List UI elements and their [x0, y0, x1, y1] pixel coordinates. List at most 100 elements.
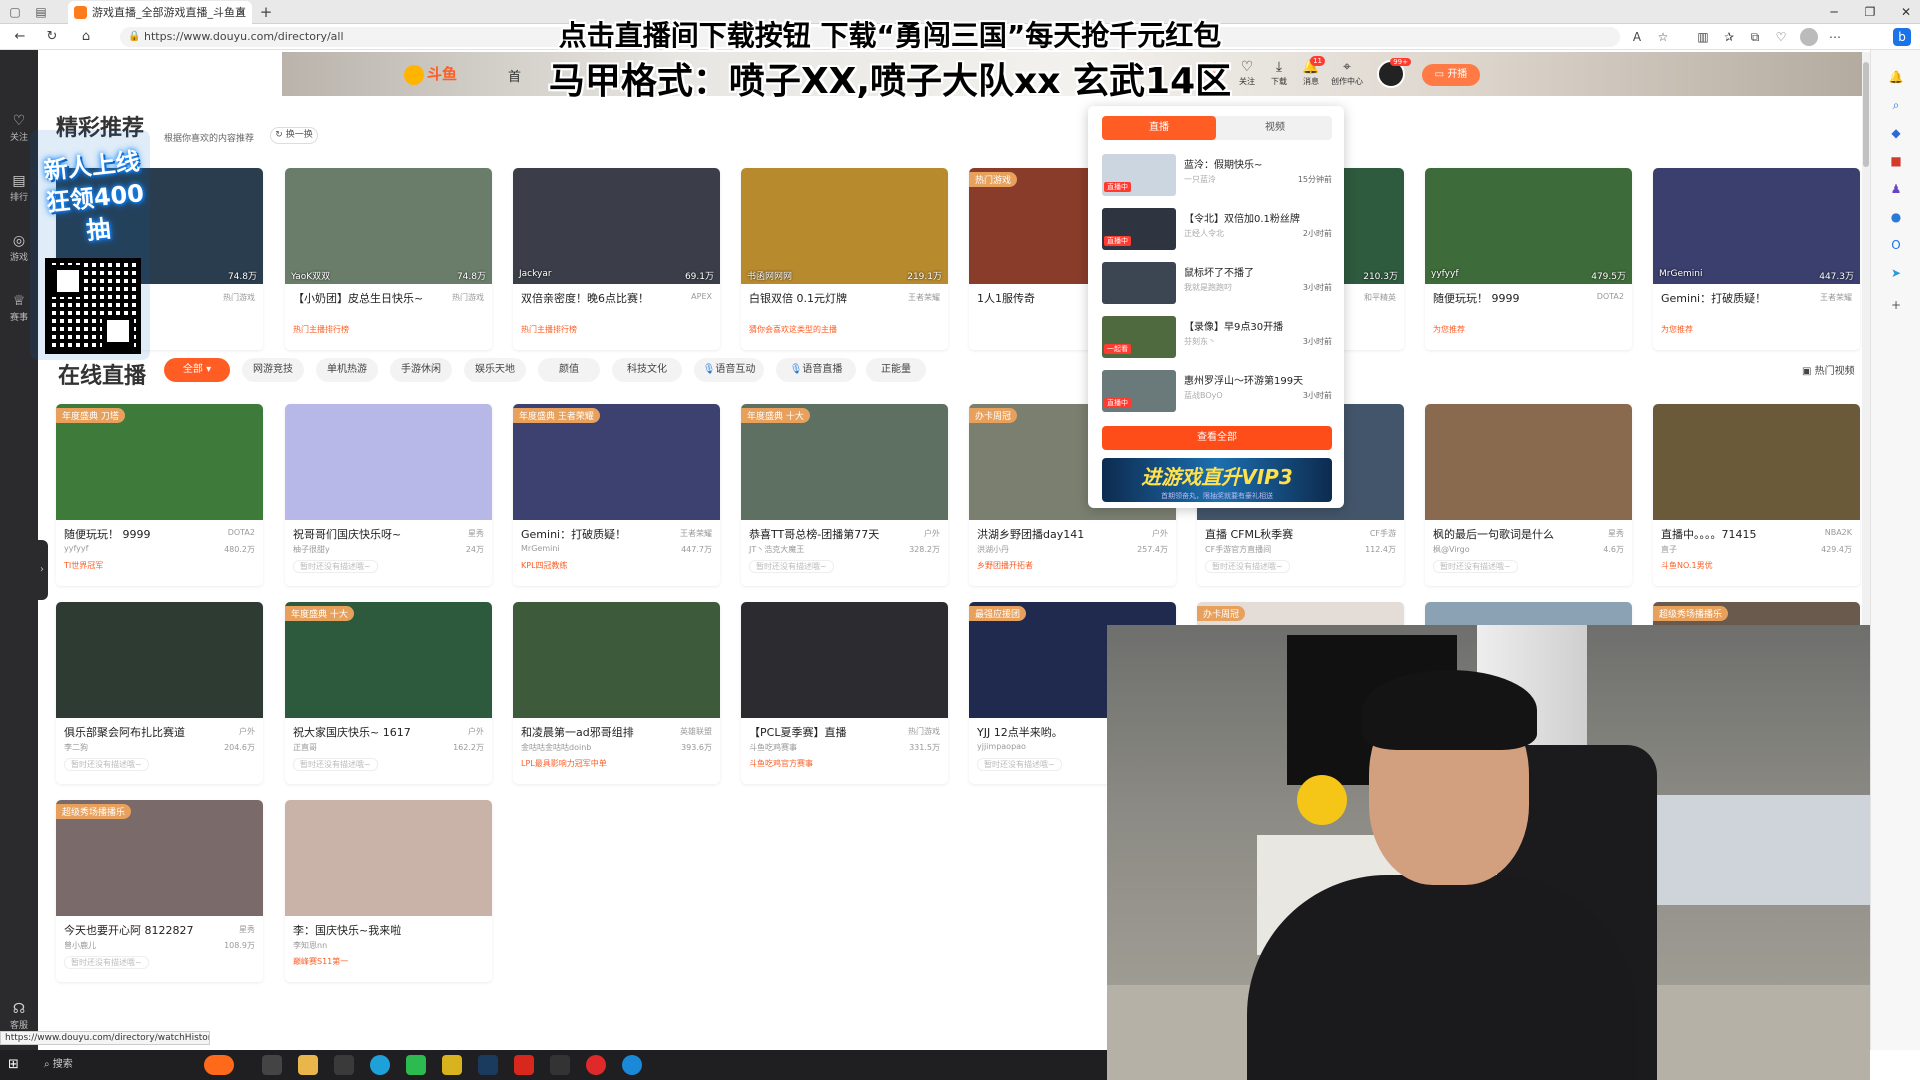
sidebar-tag-icon[interactable]: ◆ — [1885, 122, 1907, 144]
card-category[interactable]: 热门游戏 — [223, 292, 255, 303]
tab-live-history[interactable]: 直播 — [1102, 116, 1216, 140]
card-title[interactable]: 双倍亲密度！晚6点比赛！ — [521, 290, 671, 306]
card-title[interactable]: 李：国庆快乐~我来啦 — [293, 922, 443, 938]
chip-entertainment[interactable]: 娱乐天地 — [464, 358, 526, 382]
tab-video-history[interactable]: 视频 — [1218, 116, 1332, 140]
browser-essentials-icon[interactable]: ♡ — [1772, 28, 1790, 46]
copilot-icon[interactable]: b — [1893, 28, 1911, 46]
sidebar-circle-icon[interactable]: ● — [1885, 206, 1907, 228]
taskbar-steam-icon[interactable] — [478, 1055, 498, 1075]
card-category[interactable]: 热门游戏 — [452, 292, 484, 303]
recommend-card[interactable]: YaoK双双 74.8万 【小奶团】皮总生日快乐~ 热门游戏 热门主播排行榜 — [285, 168, 492, 350]
card-title[interactable]: 【小奶团】皮总生日快乐~ — [293, 290, 443, 306]
card-category[interactable]: NBA2K — [1825, 528, 1852, 537]
reload-icon[interactable]: ↻ — [42, 27, 62, 47]
sidebar-bell-icon[interactable]: 🔔 — [1885, 66, 1907, 88]
card-author[interactable]: 金咕咕金咕咕doinb — [521, 742, 591, 753]
card-thumbnail[interactable] — [285, 800, 492, 916]
card-category[interactable]: 英雄联盟 — [680, 726, 712, 737]
card-title[interactable]: 直播 CFML秋季赛 — [1205, 526, 1355, 542]
card-category[interactable]: DOTA2 — [228, 528, 255, 537]
taskbar-taskview-icon[interactable] — [262, 1055, 282, 1075]
card-author[interactable]: yyfyyf — [64, 544, 88, 553]
card-title[interactable]: YJJ 12点半来哟。 — [977, 724, 1127, 740]
user-avatar[interactable]: 99+ — [1377, 58, 1411, 88]
live-card[interactable]: 【PCL夏季赛】直播 热门游戏 斗鱼吃鸡赛事 331.5万 斗鱼吃鸡官方赛事 — [741, 602, 948, 784]
close-tab-icon[interactable]: ✕ — [237, 1, 246, 24]
live-card[interactable]: 年度盛典 王者荣耀 Gemini：打破质疑！ 王者荣耀 MrGemini 447.7万 K… — [513, 404, 720, 586]
taskbar-app-dark-icon[interactable] — [550, 1055, 570, 1075]
card-author[interactable]: 洪湖小丹 — [977, 544, 1009, 555]
live-card[interactable]: 年度盛典 刀塔 随便玩玩！ 9999 DOTA2 yyfyyf 480.2万 TI世界冠军 — [56, 404, 263, 586]
live-card[interactable]: 俱乐部聚会阿布扎比赛道 户外 李二狗 204.6万 暂时还没有描述哦~ — [56, 602, 263, 784]
chip-voice-interact[interactable]: 🎙语音互动 — [694, 358, 764, 382]
tab-actions-icon[interactable]: ▤ — [30, 2, 52, 22]
chip-positive[interactable]: 正能量 — [866, 358, 926, 382]
card-title[interactable]: 随便玩玩！ 9999 — [1433, 290, 1583, 306]
card-thumbnail[interactable] — [1653, 404, 1860, 520]
view-all-button[interactable]: 查看全部 — [1102, 426, 1332, 450]
history-title[interactable]: 鼠标坏了不播了 — [1184, 264, 1254, 279]
favorites-icon[interactable]: ✰ — [1720, 28, 1738, 46]
taskbar-explorer-icon[interactable] — [298, 1055, 318, 1075]
back-icon[interactable]: ← — [10, 27, 30, 47]
chip-single[interactable]: 单机热游 — [316, 358, 378, 382]
taskbar-edge-icon[interactable] — [370, 1055, 390, 1075]
taskbar-app-blue-icon[interactable] — [622, 1055, 642, 1075]
history-thumbnail[interactable] — [1102, 262, 1176, 304]
nav-messages[interactable]: 🔔 11 消息 — [1295, 56, 1327, 87]
chip-all[interactable]: 全部 ▾ — [164, 358, 230, 382]
start-broadcast-button[interactable]: ▭ 开播 — [1422, 64, 1480, 86]
card-title[interactable]: 白银双倍 0.1元灯牌 — [749, 290, 899, 306]
extensions-icon[interactable]: ⧉ — [1746, 28, 1764, 46]
card-category[interactable]: CF手游 — [1370, 528, 1396, 539]
card-thumbnail[interactable] — [741, 602, 948, 718]
card-category[interactable]: 户外 — [468, 726, 484, 737]
history-title[interactable]: 惠州罗浮山～环游第199天 — [1184, 372, 1303, 387]
taskbar-search[interactable]: ⌕ 搜索 — [44, 1056, 194, 1074]
taskbar-netease-icon[interactable] — [586, 1055, 606, 1075]
card-title[interactable]: 恭喜TT哥总榜-团播第77天 — [749, 526, 899, 542]
card-author[interactable]: JT丶浩克大魔王 — [749, 544, 804, 555]
minimize-icon[interactable]: ─ — [1816, 0, 1852, 24]
card-author[interactable]: 斗鱼吃鸡赛事 — [749, 742, 797, 753]
card-category[interactable]: 王者荣耀 — [908, 292, 940, 303]
card-author[interactable]: CF手游官方直播间 — [1205, 544, 1271, 555]
card-thumbnail[interactable] — [741, 168, 948, 284]
card-title[interactable]: 俱乐部聚会阿布扎比赛道 — [64, 724, 214, 740]
card-thumbnail[interactable] — [1425, 168, 1632, 284]
history-item[interactable]: 直播中 惠州罗浮山～环游第199天 蓝战BOyO 3小时前 — [1102, 370, 1332, 414]
card-title[interactable]: 直播中。。。。71415 — [1661, 526, 1811, 542]
taskbar-app-yellow-icon[interactable] — [442, 1055, 462, 1075]
history-item[interactable]: 鼠标坏了不播了 我就是跑跑叼 3小时前 — [1102, 262, 1332, 306]
sidebar-collapse-handle[interactable]: › — [36, 540, 48, 600]
live-card[interactable]: 年度盛典 十大 祝大家国庆快乐~ 1617 户外 正直哥 162.2万 暂时还没有描述哦~ — [285, 602, 492, 784]
card-author[interactable]: 枫@Virgo — [1433, 544, 1470, 555]
chip-mobile[interactable]: 手游休闲 — [390, 358, 452, 382]
card-author[interactable]: 直子 — [1661, 544, 1677, 555]
live-card[interactable]: 李：国庆快乐~我来啦 李知恩nn 巅峰赛S11第一 — [285, 800, 492, 982]
history-title[interactable]: 【令北】双倍加0.1粉丝牌 — [1184, 210, 1300, 225]
card-thumbnail[interactable] — [56, 602, 263, 718]
more-menu-icon[interactable]: ⋯ — [1826, 28, 1844, 46]
recommend-card[interactable]: yyfyyf 479.5万 随便玩玩！ 9999 DOTA2 为您推荐 — [1425, 168, 1632, 350]
card-category[interactable]: 王者荣耀 — [1820, 292, 1852, 303]
taskbar-app-red-icon[interactable] — [514, 1055, 534, 1075]
card-category[interactable]: 户外 — [924, 528, 940, 539]
card-category[interactable]: DOTA2 — [1597, 292, 1624, 301]
sidebar-people-icon[interactable]: ♟ — [1885, 178, 1907, 200]
read-aloud-icon[interactable]: A — [1628, 28, 1646, 46]
sidebar-add-icon[interactable]: + — [1885, 294, 1907, 316]
card-title[interactable]: Gemini：打破质疑！ — [1661, 290, 1811, 306]
recommend-card[interactable]: MrGemini 447.3万 Gemini：打破质疑！ 王者荣耀 为您推荐 — [1653, 168, 1860, 350]
live-card[interactable]: 枫的最后一句歌词是什么 星秀 枫@Virgo 4.6万 暂时还没有描述哦~ — [1425, 404, 1632, 586]
chip-tech[interactable]: 科技文化 — [612, 358, 682, 382]
card-title[interactable]: 洪湖乡野团播day141 — [977, 526, 1127, 542]
card-title[interactable]: 祝大家国庆快乐~ 1617 — [293, 724, 443, 740]
card-author[interactable]: 柚子很甜y — [293, 544, 330, 555]
live-card[interactable]: 和凌晨第一ad邪哥组排 英雄联盟 金咕咕金咕咕doinb 393.6万 LPL最具影响力… — [513, 602, 720, 784]
chip-netgame[interactable]: 网游竞技 — [242, 358, 304, 382]
card-category[interactable]: 热门游戏 — [908, 726, 940, 737]
browser-tab[interactable]: 游戏直播_全部游戏直播_斗鱼直 ✕ — [68, 1, 252, 24]
favorite-star-icon[interactable]: ☆ — [1654, 28, 1672, 46]
